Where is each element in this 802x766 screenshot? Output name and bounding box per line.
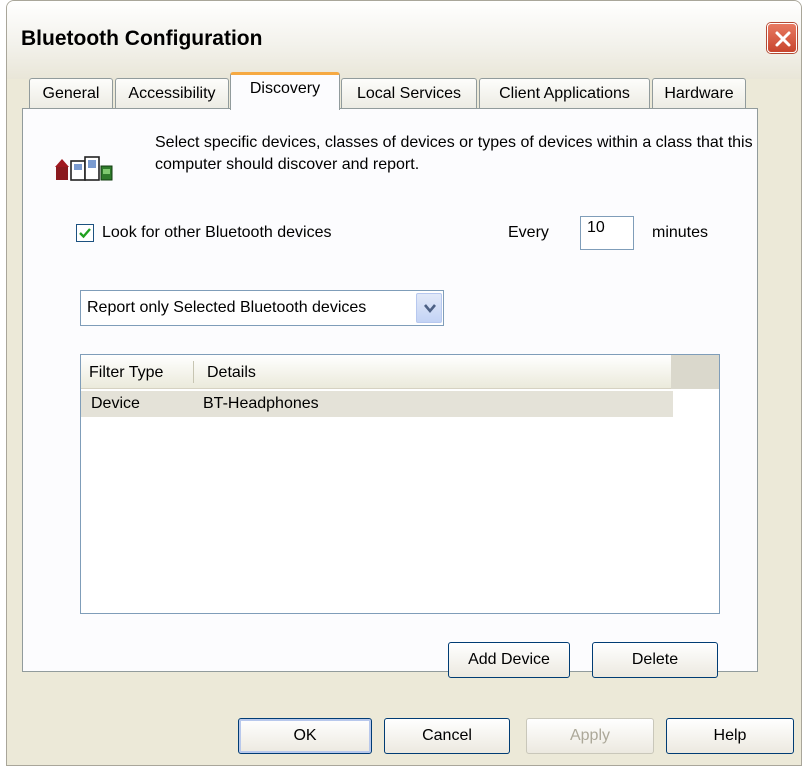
filter-list-header: Filter Type Details	[81, 355, 719, 389]
look-for-devices-label[interactable]: Look for other Bluetooth devices	[102, 224, 331, 242]
close-button[interactable]	[767, 23, 797, 53]
tab-local-services[interactable]: Local Services	[341, 78, 477, 109]
tab-hardware[interactable]: Hardware	[652, 78, 746, 109]
help-button[interactable]: Help	[666, 718, 794, 754]
interval-minutes-input[interactable]	[580, 216, 634, 250]
every-label: Every	[508, 224, 549, 241]
table-row[interactable]: Device BT-Headphones	[81, 391, 673, 417]
chevron-down-icon	[424, 304, 436, 314]
delete-button[interactable]: Delete	[592, 642, 718, 678]
column-divider[interactable]	[193, 361, 194, 383]
report-devices-select[interactable]: Report only Selected Bluetooth devices	[80, 290, 444, 326]
filter-type-cell: Device	[91, 395, 140, 412]
column-header-details[interactable]: Details	[207, 364, 256, 382]
discovery-description: Select specific devices, classes of devi…	[155, 134, 753, 173]
apply-button: Apply	[526, 718, 654, 754]
computers-icon	[55, 156, 113, 181]
window-title: Bluetooth Configuration	[21, 27, 263, 50]
tab-client-applications[interactable]: Client Applications	[479, 78, 650, 109]
look-for-devices-checkbox[interactable]	[76, 224, 94, 242]
details-cell: BT-Headphones	[203, 395, 319, 412]
report-devices-select-value: Report only Selected Bluetooth devices	[87, 299, 367, 316]
filter-list[interactable]: Filter Type Details Device BT-Headphones	[80, 354, 720, 614]
tab-discovery[interactable]: Discovery	[230, 72, 340, 110]
checkmark-icon	[79, 228, 91, 239]
column-header-filter-type[interactable]: Filter Type	[89, 364, 163, 382]
cancel-button[interactable]: Cancel	[384, 718, 510, 754]
ok-button[interactable]: OK	[238, 718, 372, 754]
tab-accessibility[interactable]: Accessibility	[115, 78, 229, 109]
title-bar[interactable]: Bluetooth Configuration	[7, 1, 801, 79]
header-filler	[671, 355, 719, 389]
add-device-button[interactable]: Add Device	[448, 642, 570, 678]
tab-general[interactable]: General	[29, 78, 113, 109]
minutes-label: minutes	[652, 224, 709, 241]
close-icon	[775, 31, 791, 47]
dropdown-button[interactable]	[416, 293, 442, 323]
